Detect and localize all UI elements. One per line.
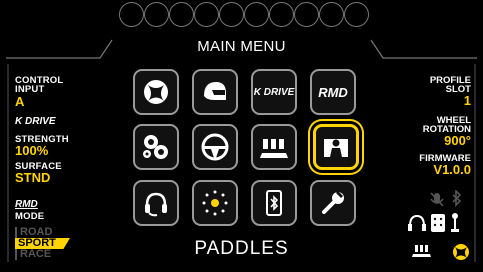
kdrive-logo-text: K DRIVE	[15, 116, 56, 127]
shifter-status-icon	[451, 213, 459, 232]
steering-wheel-icon	[201, 133, 229, 161]
mode-road[interactable]: ROAD	[15, 227, 70, 238]
tile-brightness[interactable]	[192, 180, 238, 226]
tile-settings[interactable]	[310, 180, 356, 226]
tile-pedals[interactable]	[251, 124, 297, 170]
headset-status-icon	[408, 214, 426, 231]
tile-xbox[interactable]	[133, 69, 179, 115]
kdrive-logo: K DRIVE	[15, 116, 56, 127]
tile-paddles[interactable]	[313, 124, 359, 170]
pedals-status-icon	[412, 245, 431, 257]
wrench-icon	[322, 191, 344, 214]
tile-steering-wheel[interactable]	[192, 124, 238, 170]
tile-headset[interactable]	[133, 180, 179, 226]
tile-rmd[interactable]: RMD	[310, 69, 356, 115]
profile-slot-value: 1	[463, 93, 471, 108]
profile-slot-label: PROFILE SLOT	[429, 75, 471, 95]
tile-gears[interactable]	[133, 124, 179, 170]
tile-kdrive[interactable]: K DRIVE	[251, 69, 297, 115]
xbox-status-icon	[453, 244, 469, 260]
rmd-icon: RMD	[318, 84, 348, 100]
gears-icon	[143, 135, 168, 159]
tile-helmet[interactable]	[192, 69, 238, 115]
brightness-icon	[202, 190, 228, 216]
firmware-value: V1.0.0	[433, 162, 471, 177]
wheel-rotation-value: 900°	[444, 133, 471, 148]
mode-label: MODE	[15, 211, 45, 222]
wheel-display: MAIN MENU CONTROL INPUT A K DRIVE STRENG…	[0, 0, 483, 272]
xbox-icon	[144, 80, 168, 104]
control-input-label: CONTROL INPUT	[15, 75, 64, 95]
paddles-icon	[324, 139, 348, 157]
mic-muted-icon	[430, 192, 444, 207]
status-icons	[408, 190, 469, 260]
rmd-logo: RMD	[15, 199, 38, 210]
pedals-icon	[260, 139, 288, 158]
wheel-rotation-label: WHEEL ROTATION	[422, 115, 471, 135]
strength-value: 100%	[15, 143, 49, 158]
button-box-status-icon	[431, 214, 445, 232]
headset-icon	[145, 192, 167, 217]
bluetooth-status-icon	[452, 190, 462, 207]
control-input-value: A	[15, 94, 25, 109]
surface-value: STND	[15, 170, 51, 185]
helmet-icon	[204, 82, 226, 100]
tile-bluetooth[interactable]	[251, 180, 297, 226]
kdrive-icon: K DRIVE	[253, 86, 295, 98]
bluetooth-phone-icon	[266, 190, 282, 216]
